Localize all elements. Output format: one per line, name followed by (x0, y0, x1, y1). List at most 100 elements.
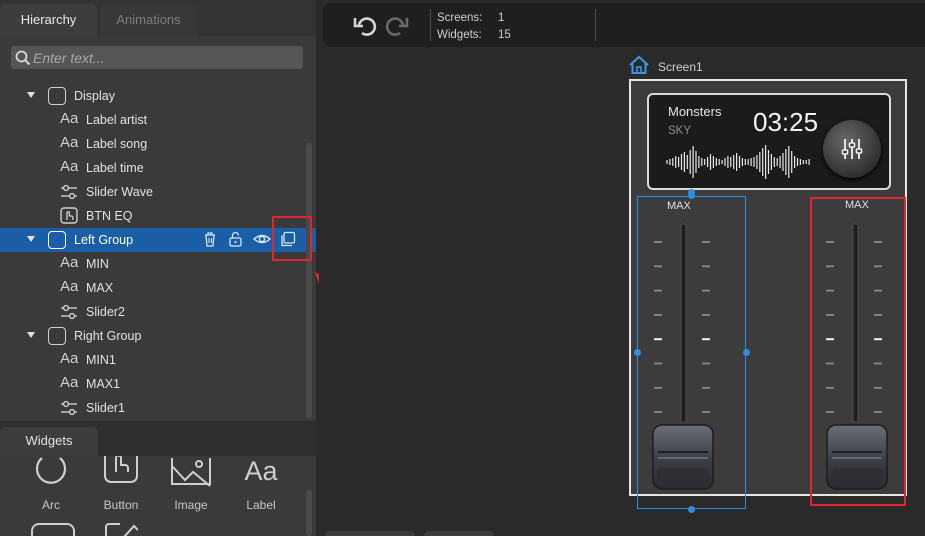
toolbar-divider (595, 9, 596, 41)
right-slider-knob[interactable] (826, 424, 888, 490)
tree-item-btn-eq[interactable]: BTN EQ (0, 204, 316, 228)
tree-item-label: Label time (86, 161, 144, 175)
tree-item-label: Left Group (74, 233, 134, 247)
tree-item-label-song[interactable]: Aa Label song (0, 132, 316, 156)
label-icon: Aa (244, 456, 278, 486)
eq-button[interactable] (823, 120, 881, 178)
tree-item-display[interactable]: Display (0, 84, 316, 108)
left-slider-knob[interactable] (652, 424, 714, 490)
left-slider-track[interactable] (650, 222, 718, 422)
tree-item-slider1[interactable]: Slider1 (0, 396, 316, 420)
tree-item-right-group[interactable]: Right Group (0, 324, 316, 348)
left-panel: Hierarchy Animations Display Aa Label ar… (0, 0, 316, 536)
label-widget-icon: Aa (60, 254, 79, 271)
toolbar-divider (430, 9, 431, 41)
eye-icon[interactable] (253, 231, 271, 247)
resize-handle-left[interactable] (634, 349, 641, 356)
equalizer-icon (841, 139, 863, 159)
trash-icon[interactable] (203, 231, 217, 247)
slider-widget-icon (61, 184, 77, 200)
object-icon (48, 87, 66, 105)
lock-icon[interactable] (228, 231, 243, 247)
bottom-tab[interactable] (424, 531, 494, 536)
resize-handle-bottom[interactable] (688, 506, 695, 513)
tree-item-label: Slider1 (86, 401, 125, 415)
tree-item-max[interactable]: Aa MAX (0, 276, 316, 300)
waveform-slider[interactable] (665, 143, 815, 181)
button-icon (104, 456, 138, 483)
tree-item-label: Slider Wave (86, 185, 153, 199)
tree-item-label-artist[interactable]: Aa Label artist (0, 108, 316, 132)
button-widget-icon (60, 207, 78, 224)
tab-hierarchy[interactable]: Hierarchy (0, 4, 97, 36)
panel-tabs: Hierarchy Animations (0, 0, 316, 36)
widgets-scrollbar[interactable] (306, 490, 312, 536)
label-widget-icon: Aa (60, 374, 79, 391)
pencil-icon (105, 523, 138, 536)
tree-item-label: MIN (86, 257, 109, 271)
tree-item-max1[interactable]: Aa MAX1 (0, 372, 316, 396)
slider-widget-icon (61, 400, 77, 416)
search-icon (15, 50, 31, 66)
tree-item-slider2[interactable]: Slider2 (0, 300, 316, 324)
tab-animations[interactable]: Animations (100, 4, 197, 36)
bottom-tab[interactable] (325, 531, 415, 536)
label-widget-icon: Aa (60, 158, 79, 175)
tree-item-label: MIN1 (86, 353, 116, 367)
slider-widget-icon (61, 304, 77, 320)
slider-track-bar (852, 223, 859, 422)
tree-item-label: Label song (86, 137, 148, 151)
tree-item-label: BTN EQ (86, 209, 133, 223)
right-max-label[interactable]: MAX (845, 199, 869, 211)
screen-name[interactable]: Screen1 (658, 60, 703, 74)
resize-handle-right[interactable] (743, 349, 750, 356)
undo-icon[interactable] (353, 13, 379, 39)
hierarchy-tree: Display Aa Label artist Aa Label song Aa… (0, 84, 316, 420)
tree-item-label: Display (74, 89, 115, 103)
partial-widget-icon (31, 523, 75, 536)
widget-label: Arc (42, 498, 60, 512)
tree-item-label-time[interactable]: Aa Label time (0, 156, 316, 180)
tab-widgets[interactable]: Widgets (0, 427, 98, 456)
duplicate-highlight-box (272, 216, 312, 261)
left-max-label[interactable]: MAX (667, 200, 691, 212)
label-widget-icon: Aa (60, 350, 79, 367)
screens-count: 1 (498, 12, 505, 24)
widget-label: Image (174, 498, 208, 512)
widgets-label: Widgets: (437, 29, 482, 41)
home-icon[interactable] (628, 55, 650, 75)
top-toolbar: Screens: 1 Widgets: 15 (323, 3, 925, 47)
label-widget-icon: Aa (60, 110, 79, 127)
tree-item-left-group[interactable]: Left Group (0, 228, 316, 252)
slider-track-bar (680, 223, 687, 422)
tree-item-slider-wave[interactable]: Slider Wave (0, 180, 316, 204)
label-widget-icon: Aa (60, 278, 79, 295)
image-icon (171, 458, 211, 487)
object-icon (48, 327, 66, 345)
resize-handle-top[interactable] (688, 192, 695, 199)
expand-arrow-icon[interactable] (27, 92, 35, 98)
object-icon (48, 231, 66, 249)
label-widget-icon: Aa (60, 134, 79, 151)
tree-item-label: MAX1 (86, 377, 121, 391)
tree-item-label: MAX (86, 281, 114, 295)
artist-label[interactable]: Monsters (668, 104, 721, 119)
search-box (11, 46, 303, 69)
expand-arrow-icon[interactable] (27, 236, 35, 242)
widgets-count: 15 (498, 29, 511, 41)
time-label[interactable]: 03:25 (753, 107, 818, 138)
tree-item-label: Label artist (86, 113, 148, 127)
tree-item-label: Slider2 (86, 305, 125, 319)
expand-arrow-icon[interactable] (27, 332, 35, 338)
tree-item-min1[interactable]: Aa MIN1 (0, 348, 316, 372)
widget-label: Button (103, 498, 139, 512)
tree-item-label: Right Group (74, 329, 142, 343)
widgets-tabs: Widgets (0, 421, 316, 456)
redo-icon[interactable] (383, 13, 409, 39)
search-input[interactable] (33, 46, 299, 69)
tree-item-min[interactable]: Aa MIN (0, 252, 316, 276)
song-label[interactable]: SKY (668, 125, 691, 137)
arc-icon (35, 457, 67, 484)
right-slider-track[interactable] (822, 222, 890, 422)
widget-label: Label (246, 498, 276, 512)
